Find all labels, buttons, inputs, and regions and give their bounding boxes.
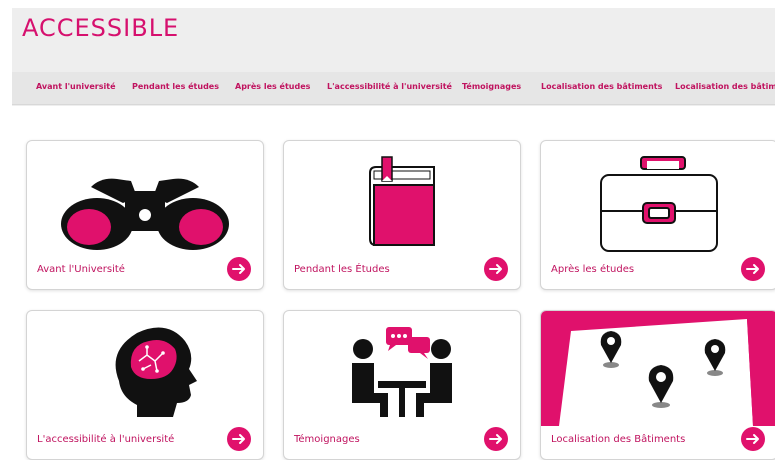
arrow-right-icon[interactable]	[227, 257, 251, 281]
nav-item-temoignages[interactable]: Témoignages	[462, 82, 521, 91]
card-temoignages[interactable]: Témoignages	[283, 310, 521, 460]
card-avant-universite[interactable]: Avant l'Université	[26, 140, 264, 290]
card-label: Avant l'Université	[37, 264, 125, 275]
card-label: Témoignages	[294, 434, 360, 445]
arrow-right-icon[interactable]	[741, 257, 765, 281]
binoculars-icon	[61, 178, 229, 250]
brain-head-icon	[115, 327, 197, 417]
map-pins-icon	[541, 311, 775, 426]
card-pendant-etudes[interactable]: Pendant les Études	[283, 140, 521, 290]
card-localisation[interactable]: Localisation des Bâtiments	[540, 310, 775, 460]
people-talking-icon	[352, 327, 452, 417]
arrow-right-icon[interactable]	[484, 257, 508, 281]
book-icon	[369, 156, 435, 246]
arrow-right-icon[interactable]	[484, 427, 508, 451]
card-apres-etudes[interactable]: Après les études	[540, 140, 775, 290]
main-nav: Avant l'université Pendant les études Ap…	[12, 72, 775, 105]
nav-item-pendant-etudes[interactable]: Pendant les études	[132, 82, 219, 91]
arrow-right-icon[interactable]	[227, 427, 251, 451]
card-accessibilite[interactable]: L'accessibilité à l'université	[26, 310, 264, 460]
nav-item-localisation[interactable]: Localisation des bâtiments	[541, 82, 662, 91]
card-label: Localisation des Bâtiments	[551, 434, 686, 445]
nav-item-avant-universite[interactable]: Avant l'université	[36, 82, 116, 91]
nav-item-apres-etudes[interactable]: Après les études	[235, 82, 310, 91]
card-label: L'accessibilité à l'université	[37, 434, 175, 445]
site-title[interactable]: ACCESSIBLE	[22, 14, 179, 42]
arrow-right-icon[interactable]	[741, 427, 765, 451]
card-label: Pendant les Études	[294, 264, 390, 275]
card-label: Après les études	[551, 264, 635, 275]
nav-item-accessibilite[interactable]: L'accessibilité à l'université	[327, 82, 452, 91]
nav-item-localisation-2[interactable]: Localisation des bâtiments	[675, 82, 775, 91]
briefcase-icon	[600, 156, 718, 252]
